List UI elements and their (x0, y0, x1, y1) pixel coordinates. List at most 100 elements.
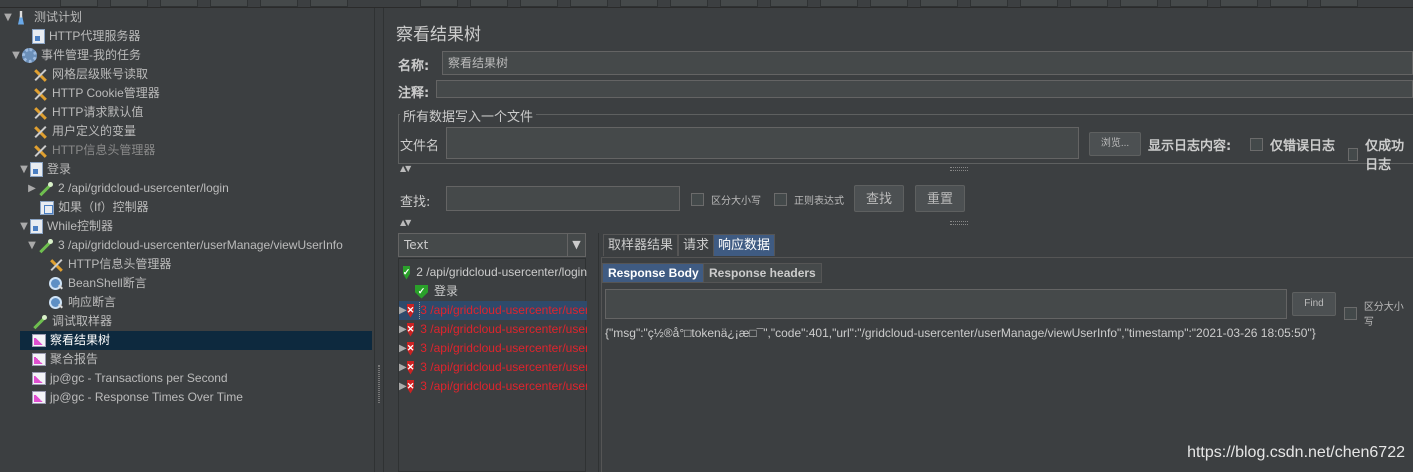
result-row[interactable]: ▶ ✕ 3 /api/gridcloud-usercenter/userMana… (399, 339, 587, 358)
tab-request[interactable]: 请求 (678, 234, 715, 256)
tree-item-cookie-manager[interactable]: HTTP Cookie管理器 (20, 84, 160, 103)
tree-item-user-variables[interactable]: 用户定义的变量 (20, 122, 136, 141)
tree-item-http-proxy[interactable]: HTTP代理服务器 (20, 27, 140, 46)
toolbar-button[interactable] (210, 0, 248, 7)
toolbar-button[interactable] (770, 0, 808, 7)
toolbar-button[interactable] (920, 0, 958, 7)
tree-item-viewuserinfo-sampler[interactable]: ▼ 3 /api/gridcloud-usercenter/userManage… (26, 236, 343, 255)
tree-item-beanshell-assertion[interactable]: BeanShell断言 (36, 274, 147, 293)
checkbox-box[interactable] (1250, 138, 1263, 151)
toolbar-button[interactable] (470, 0, 508, 7)
renderer-select[interactable]: Text ▼ (398, 233, 586, 257)
chevron-down-icon[interactable]: ▼ (567, 234, 585, 256)
toolbar-button[interactable] (160, 0, 198, 7)
toolbar-button[interactable] (60, 0, 98, 7)
toolbar-button[interactable] (1170, 0, 1208, 7)
tree-item-view-results-tree[interactable]: 察看结果树 (20, 331, 372, 350)
divider-grip[interactable] (950, 167, 968, 171)
toolbar-button[interactable] (1320, 0, 1358, 7)
toolbar-button[interactable] (720, 0, 758, 7)
result-row[interactable]: ▶ ✕ 3 /api/gridcloud-usercenter/userMana… (399, 301, 587, 320)
regex-checkbox[interactable]: 正则表达式 (774, 192, 844, 207)
expand-icon[interactable]: ▶ (399, 358, 407, 377)
splitter-grip[interactable] (378, 365, 380, 403)
comment-field[interactable] (436, 80, 1413, 98)
toolbar-button[interactable] (1220, 0, 1258, 7)
collapse-icon[interactable]: ▼ (26, 236, 38, 255)
errors-only-checkbox[interactable]: 仅错误日志 (1250, 135, 1335, 154)
filename-field[interactable] (446, 127, 1079, 159)
expand-icon[interactable]: ▶ (399, 377, 407, 396)
collapse-icon[interactable]: ▼ (10, 46, 22, 65)
toolbar-button[interactable] (620, 0, 658, 7)
tree-item-response-times-graph[interactable]: jp@gc - Response Times Over Time (20, 388, 243, 407)
success-only-checkbox[interactable]: 仅成功日志 (1348, 135, 1413, 173)
tree-item-login[interactable]: ▼ 登录 (18, 160, 71, 179)
toolbar-button[interactable] (110, 0, 148, 7)
tree-item-test-plan[interactable]: ▼ 测试计划 (2, 8, 82, 27)
collapse-icon[interactable]: ▼ (2, 8, 14, 27)
tree-item-if-controller[interactable]: 如果（If）控制器 (28, 198, 149, 217)
checkbox-box[interactable] (774, 193, 787, 206)
toolbar-button[interactable] (670, 0, 708, 7)
toolbar-button[interactable] (310, 0, 348, 7)
tree-item-tps-graph[interactable]: jp@gc - Transactions per Second (20, 369, 228, 388)
case-sensitive-checkbox[interactable]: 区分大小写 (691, 192, 761, 207)
search-input[interactable] (446, 186, 680, 211)
response-search-input[interactable] (605, 289, 1287, 319)
tree-item-csv-config[interactable]: 网格层级账号读取 (20, 65, 148, 84)
divider-grip[interactable] (950, 221, 968, 225)
result-row[interactable]: ▶ ✕ 3 /api/gridcloud-usercenter/userMana… (399, 358, 587, 377)
find-button[interactable]: 查找 (854, 185, 904, 212)
collapse-arrows-icon[interactable]: ▲▼ (400, 164, 411, 173)
result-row[interactable]: ✓ 2 /api/gridcloud-usercenter/login (399, 263, 587, 282)
panel-splitter[interactable] (374, 8, 384, 472)
collapse-icon[interactable]: ▼ (18, 217, 30, 236)
checkbox-box[interactable] (691, 193, 704, 206)
tree-item-while-controller[interactable]: ▼ While控制器 (18, 217, 113, 236)
tree-item-http-defaults[interactable]: HTTP请求默认值 (20, 103, 143, 122)
tab-sampler-result[interactable]: 取样器结果 (603, 234, 679, 256)
tab-response-data[interactable]: 响应数据 (713, 234, 776, 256)
response-case-sensitive-checkbox[interactable]: 区分大小写 (1344, 298, 1413, 328)
toolbar-button[interactable] (1020, 0, 1058, 7)
response-find-button[interactable]: Find (1292, 292, 1336, 316)
collapse-arrows-icon[interactable]: ▲▼ (400, 218, 411, 227)
search-label: 查找: (400, 195, 431, 210)
toolbar-button[interactable] (1070, 0, 1108, 7)
graph-icon (32, 334, 46, 347)
toolbar-button[interactable] (820, 0, 858, 7)
tree-item-debug-sampler[interactable]: 调试取样器 (20, 312, 112, 331)
test-plan-tree: ▼ 测试计划 HTTP代理服务器 ▼ 事件管理-我的任务 网格层级账号读取 HT… (0, 8, 374, 472)
tree-item-thread-group[interactable]: ▼ 事件管理-我的任务 (10, 46, 141, 65)
browse-button[interactable]: 浏览... (1089, 132, 1141, 156)
toolbar-button[interactable] (870, 0, 908, 7)
expand-icon[interactable]: ▶ (26, 179, 38, 198)
toolbar-button[interactable] (1270, 0, 1308, 7)
reset-button[interactable]: 重置 (915, 185, 965, 212)
toolbar-button[interactable] (570, 0, 608, 7)
subtab-response-body[interactable]: Response Body (602, 263, 705, 283)
comment-label: 注释: (398, 86, 430, 101)
name-field[interactable]: 察看结果树 (442, 51, 1413, 75)
expand-icon[interactable]: ▶ (399, 339, 407, 358)
toolbar-button[interactable] (260, 0, 298, 7)
toolbar-button[interactable] (970, 0, 1008, 7)
checkbox-box[interactable] (1344, 306, 1357, 320)
tree-item-header-manager-2[interactable]: HTTP信息头管理器 (36, 255, 171, 274)
tree-item-login-sampler[interactable]: ▶ 2 /api/gridcloud-usercenter/login (26, 179, 229, 198)
expand-icon[interactable]: ▶ (399, 320, 407, 339)
tree-item-header-manager[interactable]: HTTP信息头管理器 (20, 141, 155, 160)
result-row[interactable]: ▶ ✕ 3 /api/gridcloud-usercenter/userMana… (399, 320, 587, 339)
toolbar-button[interactable] (520, 0, 558, 7)
collapse-icon[interactable]: ▼ (18, 160, 30, 179)
subtab-response-headers[interactable]: Response headers (703, 263, 822, 283)
toolbar-button[interactable] (420, 0, 458, 7)
tree-item-response-assertion[interactable]: 响应断言 (36, 293, 116, 312)
expand-icon[interactable]: ▶ (399, 301, 407, 320)
toolbar-button[interactable] (1120, 0, 1158, 7)
result-row[interactable]: ✓ 登录 (399, 282, 587, 301)
tree-item-aggregate-report[interactable]: 聚合报告 (20, 350, 98, 369)
checkbox-box[interactable] (1348, 147, 1359, 161)
result-row[interactable]: ▶ ✕ 3 /api/gridcloud-usercenter/userMana… (399, 377, 587, 396)
